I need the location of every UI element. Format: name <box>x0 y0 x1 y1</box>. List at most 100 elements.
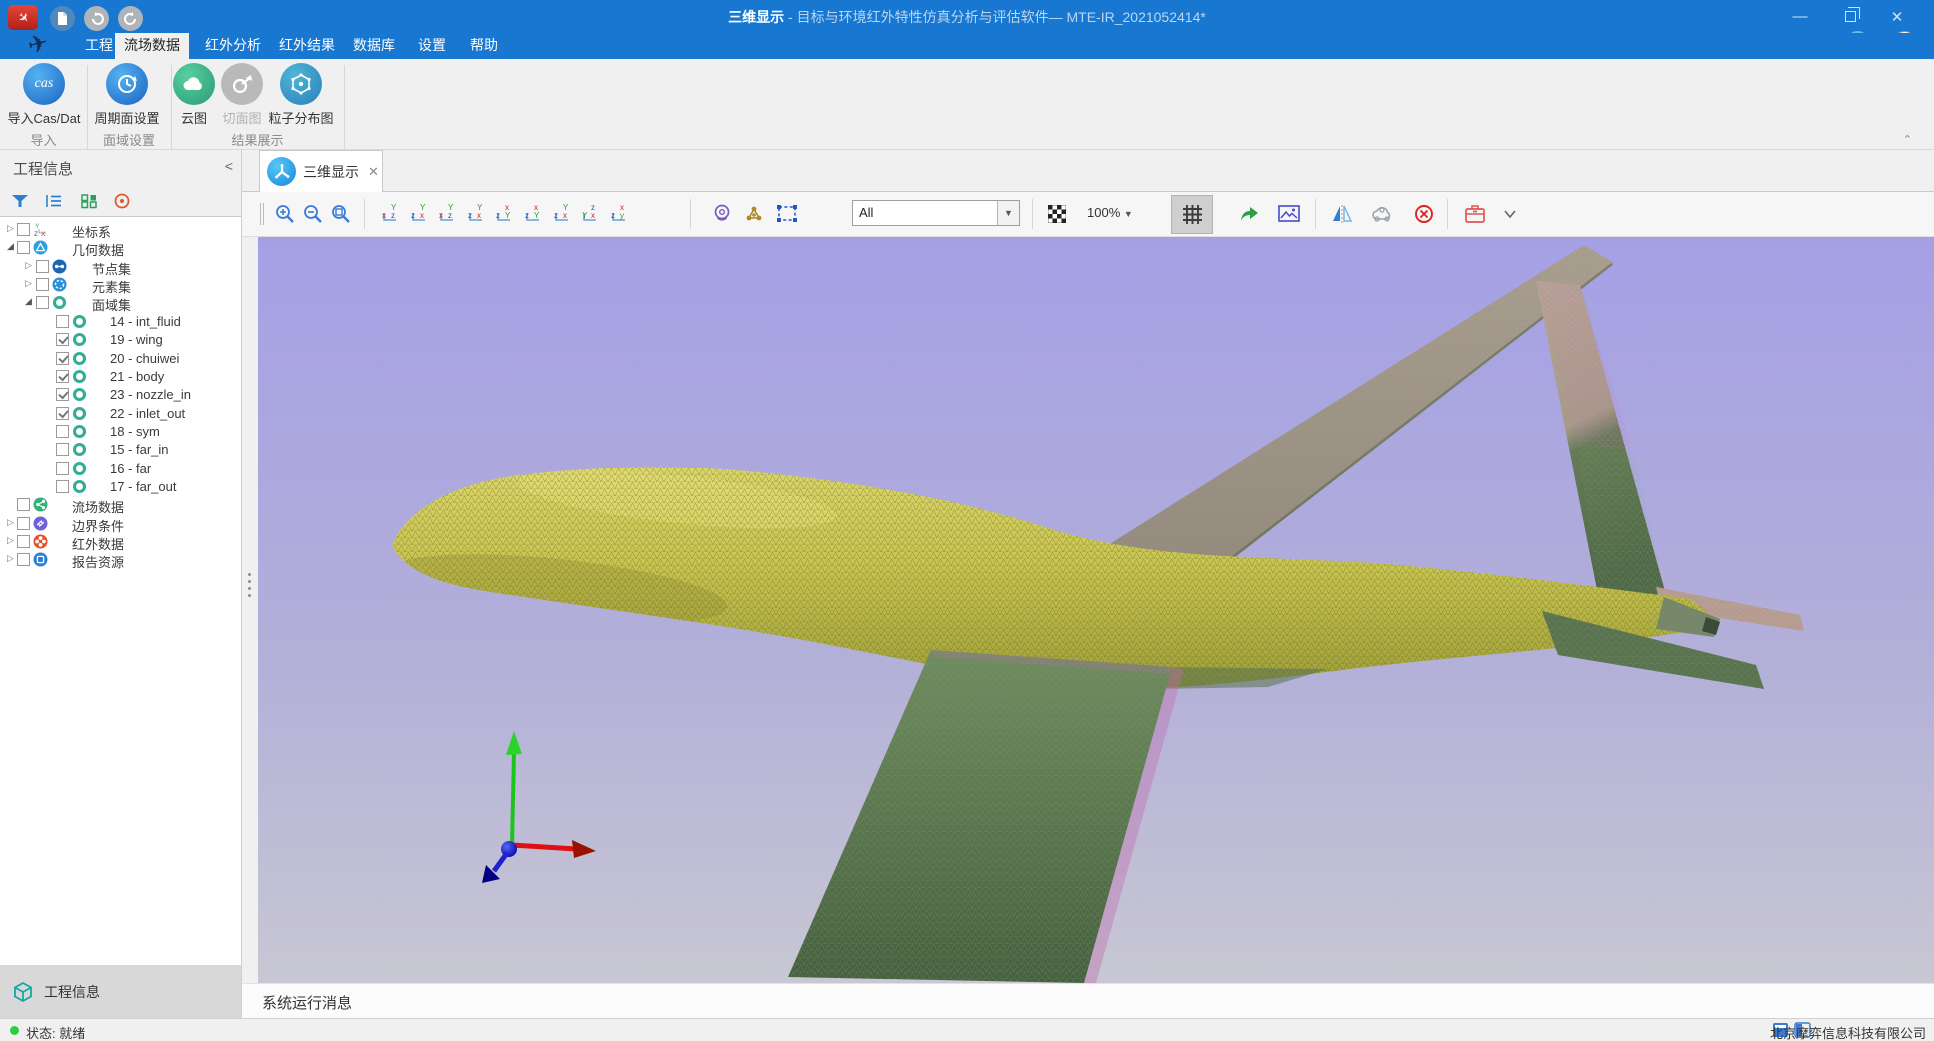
snapshot-button[interactable] <box>1274 198 1304 230</box>
list-view-button[interactable] <box>42 189 66 213</box>
tree-item-label[interactable]: 16 - far <box>110 461 151 476</box>
filter-button[interactable] <box>8 189 32 213</box>
zoom-out-button[interactable] <box>298 198 328 230</box>
tree-item-checkbox[interactable] <box>36 296 49 309</box>
periodic-surface-button[interactable]: 周期面设置 <box>87 63 167 127</box>
combo-dropdown-button[interactable]: ▼ <box>997 201 1019 225</box>
tree-item-label[interactable]: 15 - far_in <box>110 442 169 457</box>
tree-item-label[interactable]: 边界条件 <box>72 516 124 535</box>
tree-expander-icon[interactable]: ◢ <box>7 241 14 252</box>
menu-item-3[interactable]: 红外结果 <box>270 33 344 59</box>
tree-expander-icon[interactable]: ▷ <box>7 535 14 546</box>
tree-item[interactable]: 17 - far_out <box>0 478 241 496</box>
tree-item-label[interactable]: 元素集 <box>92 277 131 296</box>
tree-item-checkbox[interactable] <box>17 498 30 511</box>
menu-item-1[interactable]: 流场数据 <box>115 33 189 59</box>
tree-item-label[interactable]: 17 - far_out <box>110 479 177 494</box>
tree-item-checkbox[interactable] <box>56 443 69 456</box>
tree-item[interactable]: 16 - far <box>0 460 241 478</box>
tree-item-label[interactable]: 23 - nozzle_in <box>110 387 191 402</box>
tree-item-label[interactable]: 14 - int_fluid <box>110 314 181 329</box>
view-orientation-button-3[interactable]: x z Y <box>432 198 462 230</box>
slice-plot-button[interactable]: 切面图 <box>218 63 266 127</box>
tree-item-label[interactable]: 21 - body <box>110 369 164 384</box>
tree-expander-icon[interactable]: ▷ <box>25 260 32 271</box>
tree-item[interactable]: 21 - body <box>0 368 241 386</box>
cloud-share-button[interactable] <box>1367 198 1397 230</box>
tree-item-checkbox[interactable] <box>56 333 69 346</box>
tree-item-checkbox[interactable] <box>56 352 69 365</box>
import-cas-dat-button[interactable]: cas 导入Cas/Dat <box>2 63 86 127</box>
cloud-plot-button[interactable]: 云图 <box>172 63 216 127</box>
node-graph-button[interactable] <box>739 198 769 230</box>
transparency-button[interactable] <box>1042 198 1072 230</box>
toolbar-drag-handle[interactable] <box>260 203 264 225</box>
tree-expander-icon[interactable]: ▷ <box>7 553 14 564</box>
tab-3d-view[interactable]: 三维显示 ✕ <box>259 150 383 192</box>
tree-item-label[interactable]: 18 - sym <box>110 424 160 439</box>
view-orientation-button-2[interactable]: z x Y <box>404 198 434 230</box>
tree-item[interactable]: 18 - sym <box>0 423 241 441</box>
tree-item-checkbox[interactable] <box>56 388 69 401</box>
tree-item[interactable]: ▷红外数据 <box>0 533 241 551</box>
tree-item-checkbox[interactable] <box>56 425 69 438</box>
tree-item-checkbox[interactable] <box>36 278 49 291</box>
export-button[interactable] <box>1234 198 1264 230</box>
panel-bottom-tab[interactable]: 工程信息 <box>0 965 241 1018</box>
tree-expander-icon[interactable]: ▷ <box>7 517 14 528</box>
tree-item[interactable]: 19 - wing <box>0 331 241 349</box>
tree-item-label[interactable]: 报告资源 <box>72 552 124 571</box>
mesh-toggle-button[interactable] <box>1171 195 1213 234</box>
restore-button[interactable] <box>1827 0 1873 33</box>
zoom-in-button[interactable] <box>270 198 300 230</box>
locate-button[interactable] <box>110 189 134 213</box>
tree-item-checkbox[interactable] <box>17 553 30 566</box>
tree-item[interactable]: ▷ 边界条件 <box>0 515 241 533</box>
tree-item-label[interactable]: 20 - chuiwei <box>110 351 179 366</box>
camera-view-button[interactable] <box>707 198 737 230</box>
zoom-level-dropdown[interactable]: 100% ▼ <box>1087 205 1133 220</box>
tree-expander-icon[interactable]: ▷ <box>25 278 32 289</box>
view-orientation-button-9[interactable]: z y x <box>604 198 634 230</box>
view-orientation-button-8[interactable]: Y x z <box>575 198 605 230</box>
viewport-3d[interactable] <box>258 237 1934 983</box>
menu-item-2[interactable]: 红外分析 <box>196 33 270 59</box>
tree-item-checkbox[interactable] <box>17 535 30 548</box>
tree-item-checkbox[interactable] <box>56 407 69 420</box>
tree-item[interactable]: ◢ 几何数据 <box>0 239 241 257</box>
tree-item-label[interactable]: 面域集 <box>92 295 131 314</box>
view-orientation-button-1[interactable]: x z Y <box>375 198 405 230</box>
tree-item[interactable]: 流场数据 <box>0 496 241 514</box>
tree-item-checkbox[interactable] <box>56 480 69 493</box>
zoom-fit-button[interactable] <box>326 198 356 230</box>
particle-plot-button[interactable]: 粒子分布图 <box>266 63 336 127</box>
mirror-button[interactable] <box>1327 198 1357 230</box>
tab-close-icon[interactable]: ✕ <box>368 164 379 180</box>
tree-item[interactable]: ▷ 报告资源 <box>0 551 241 569</box>
tree-item[interactable]: 22 - inlet_out <box>0 405 241 423</box>
box-select-button[interactable] <box>772 198 802 230</box>
tree-item-label[interactable]: 几何数据 <box>72 240 124 259</box>
tree-item-label[interactable]: 节点集 <box>92 259 131 278</box>
tree-item-label[interactable]: 流场数据 <box>72 497 124 516</box>
view-orientation-button-4[interactable]: z x Y <box>461 198 491 230</box>
tree-expander-icon[interactable]: ◢ <box>25 296 32 307</box>
view-orientation-button-5[interactable]: z Y x <box>489 198 519 230</box>
archive-box-button[interactable] <box>1460 198 1490 230</box>
ribbon-collapse-icon[interactable]: ⌃ <box>1903 133 1912 146</box>
panel-collapse-button[interactable]: < <box>225 158 233 174</box>
menu-item-4[interactable]: 数据库 <box>344 33 404 59</box>
tree-item-checkbox[interactable] <box>17 241 30 254</box>
tree-item[interactable]: ◢ 面域集 <box>0 294 241 312</box>
tree-item[interactable]: 23 - nozzle_in <box>0 386 241 404</box>
tree-item[interactable]: 20 - chuiwei <box>0 350 241 368</box>
grid-view-button[interactable] <box>77 189 101 213</box>
tree-item[interactable]: ▷ 元素集 <box>0 276 241 294</box>
tree-item-label[interactable]: 19 - wing <box>110 332 163 347</box>
clear-results-button[interactable] <box>1409 198 1439 230</box>
tree-item-checkbox[interactable] <box>56 462 69 475</box>
tree-item[interactable]: ▷YZX坐标系 <box>0 221 241 239</box>
close-button[interactable]: ✕ <box>1874 0 1920 33</box>
menu-item-6[interactable]: 帮助 <box>461 33 507 59</box>
minimize-button[interactable]: — <box>1777 0 1823 33</box>
